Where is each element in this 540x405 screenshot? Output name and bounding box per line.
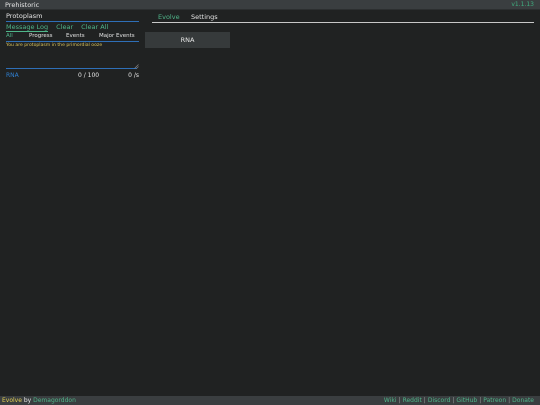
by-text: by (21, 397, 34, 404)
footer-links: Wiki | Reddit | Discord | GitHub | Patreon | … (384, 397, 534, 404)
clear-button[interactable]: Clear (56, 23, 73, 32)
left-panel: Protoplasm Message Log Clear Clear All A… (6, 12, 139, 80)
gather-rna-button[interactable]: RNA (145, 32, 230, 48)
main-panel: Evolve Settings RNA (145, 12, 534, 48)
message-log[interactable]: You are protoplasm in the primordial ooz… (6, 43, 139, 68)
separator: | (398, 397, 401, 404)
species-title: Protoplasm (6, 12, 43, 20)
top-bar: Prehistoric v1.1.13 (0, 0, 540, 10)
message-controls: Message Log Clear Clear All (6, 23, 139, 32)
discord-link[interactable]: Discord (428, 397, 451, 404)
filter-events[interactable]: Events (66, 33, 99, 41)
game-name: Evolve (2, 397, 22, 404)
tab-settings[interactable]: Settings (191, 13, 218, 21)
resize-handle-icon[interactable] (134, 64, 139, 69)
clear-all-button[interactable]: Clear All (81, 23, 108, 32)
resource-name: RNA (6, 72, 19, 79)
resource-row-rna: RNA 0 / 100 0 /s (6, 72, 139, 80)
filter-progress[interactable]: Progress (29, 33, 66, 41)
version-label[interactable]: v1.1.13 (511, 1, 534, 8)
era-title: Prehistoric (5, 1, 40, 9)
donate-link[interactable]: Donate (512, 397, 534, 404)
patreon-link[interactable]: Patreon (483, 397, 506, 404)
log-message: You are protoplasm in the primordial ooz… (6, 43, 103, 48)
separator: | (479, 397, 482, 404)
reddit-link[interactable]: Reddit (403, 397, 422, 404)
filter-all[interactable]: All (6, 33, 29, 41)
separator: | (508, 397, 511, 404)
resource-amount: 0 / 100 (78, 72, 100, 79)
separator: | (423, 397, 426, 404)
resource-rate: 0 /s (128, 72, 139, 79)
main-tabs: Evolve Settings (152, 12, 534, 22)
footer-credit: Evolve by Demagorddon (2, 397, 76, 404)
wiki-link[interactable]: Wiki (384, 397, 397, 404)
github-link[interactable]: GitHub (456, 397, 477, 404)
separator: | (452, 397, 455, 404)
filter-major-events[interactable]: Major Events (99, 33, 135, 41)
section-divider (6, 21, 139, 22)
message-filters: All Progress Events Major Events (6, 33, 139, 41)
tab-evolve[interactable]: Evolve (158, 13, 180, 21)
author-link[interactable]: Demagorddon (33, 397, 76, 404)
message-log-toggle[interactable]: Message Log (6, 23, 49, 32)
tabs-divider (152, 22, 534, 23)
footer: Evolve by Demagorddon Wiki | Reddit | Disc… (0, 396, 540, 405)
filters-divider (6, 41, 139, 42)
message-log-bottom (6, 64, 139, 69)
